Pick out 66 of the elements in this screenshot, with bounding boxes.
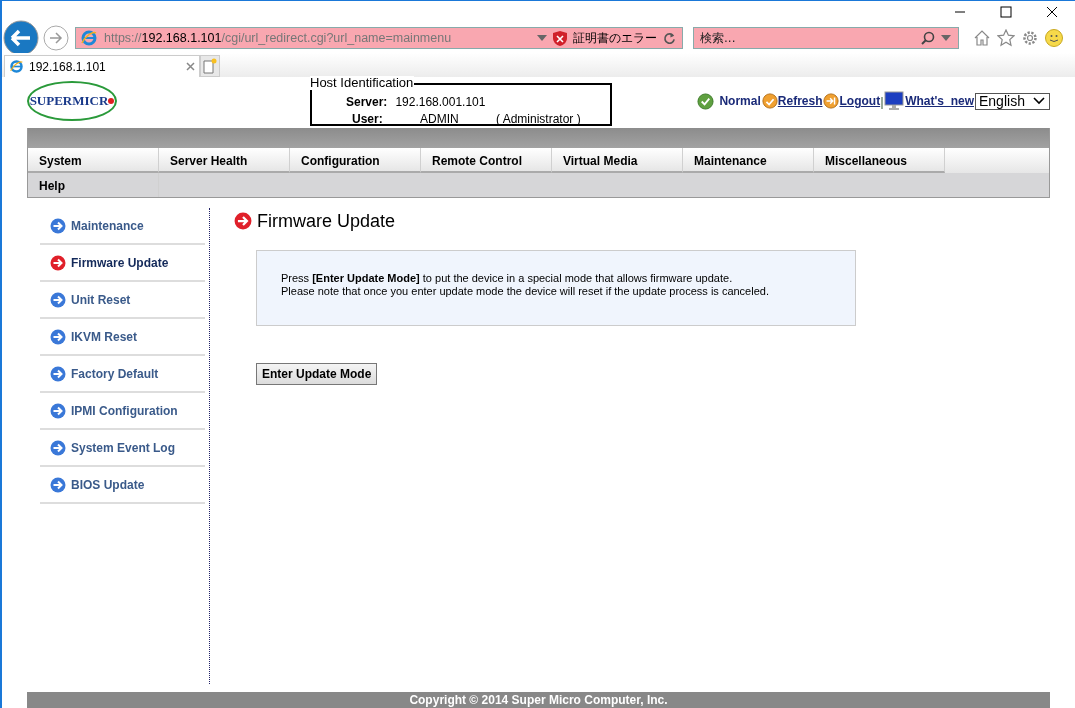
logout-icon [823,93,840,109]
field-label: User: [352,111,384,126]
browser-tab[interactable]: 192.168.1.101 [4,55,200,77]
status-text: Normal [719,94,761,108]
browser-logo-icon [9,59,24,74]
arrow-right-icon [50,328,66,345]
close-icon[interactable] [1046,6,1058,18]
check-icon [697,92,715,110]
smiley-icon[interactable] [1045,29,1063,47]
copyright-text: Copyright © 2014 Super Micro Computer, Inc. [409,693,668,707]
enter-update-mode-button[interactable]: Enter Update Mode [256,363,378,385]
menu-tab[interactable]: Remote Control [421,148,552,173]
header-link[interactable]: What's new [905,94,974,108]
search-icon[interactable] [921,31,935,45]
home-icon[interactable] [973,29,991,47]
search-field[interactable]: 検索... [693,27,959,49]
arrow-right-icon [50,217,66,234]
dropdown-caret-icon[interactable] [941,35,951,41]
info-text: Please note that once you enter update mode the device will reset if the update process is canceled. [281,285,770,298]
new-page-icon [203,58,217,74]
chevron-down-icon [1033,97,1045,105]
sidebar-item[interactable]: IPMI Configuration [40,393,205,430]
user-value: ADMIN [420,111,460,126]
sidebar-item[interactable]: Unit Reset [40,282,205,319]
field-label: Server: [346,94,388,109]
sidebar-item[interactable]: Factory Default [40,356,205,393]
tab-title: 192.168.1.101 [29,59,106,74]
header-link[interactable]: Refresh [777,94,823,108]
language-select[interactable]: English [975,92,1050,110]
arrow-right-icon [50,291,66,308]
sidebar-item[interactable]: Firmware Update [40,245,205,282]
browser-logo-icon [80,29,98,47]
header-link[interactable]: Logout [839,94,881,108]
sidebar-item[interactable]: BIOS Update [40,467,205,504]
certificate-error-text[interactable]: 証明書のエラー [573,29,657,47]
menu-tab[interactable]: Maintenance [683,148,814,173]
panel-title: Host Identification [310,76,415,90]
address-bar[interactable]: https://192.168.1.101/cgi/url_redirect.cgi?url_name=mainmenu 証明書のエラー [75,27,683,49]
menu-tab[interactable]: Miscellaneous [814,148,945,173]
maximize-icon[interactable] [1000,6,1012,18]
sidebar-item[interactable]: System Event Log [40,430,205,467]
server-value: 192.168.001.101 [395,94,486,109]
sidebar-item[interactable]: Maintenance [40,208,205,245]
arrow-right-icon [234,212,252,230]
new-tab-button[interactable] [200,55,220,77]
menu-tab[interactable]: Server Health [159,148,290,173]
page-title: Firmware Update [257,210,396,232]
arrow-right-icon [50,439,66,456]
sidebar-item[interactable]: IKVM Reset [40,319,205,356]
url-text: https://192.168.1.101/cgi/url_redirect.cgi?url_name=mainmenu [104,31,452,45]
logo: SUPERMICR [27,81,117,121]
arrow-right-icon [50,402,66,419]
back-icon[interactable] [3,20,39,56]
info-text: Press [Enter Update Mode] to put the device in a special mode that allows firmware update. [281,272,734,285]
arrow-right-icon [50,476,66,493]
menu-tab[interactable]: Virtual Media [552,148,683,173]
star-icon[interactable] [997,29,1015,47]
settings-icon[interactable] [1021,29,1039,47]
arrow-right-icon [50,365,66,382]
arrow-right-icon [50,254,66,271]
forward-icon[interactable] [43,25,69,51]
menu-tab[interactable]: Configuration [290,148,421,173]
dropdown-caret-icon[interactable] [537,35,547,41]
menu-tab[interactable]: System [28,148,159,173]
shield-error-icon[interactable] [553,30,567,46]
monitor-icon [881,91,906,111]
